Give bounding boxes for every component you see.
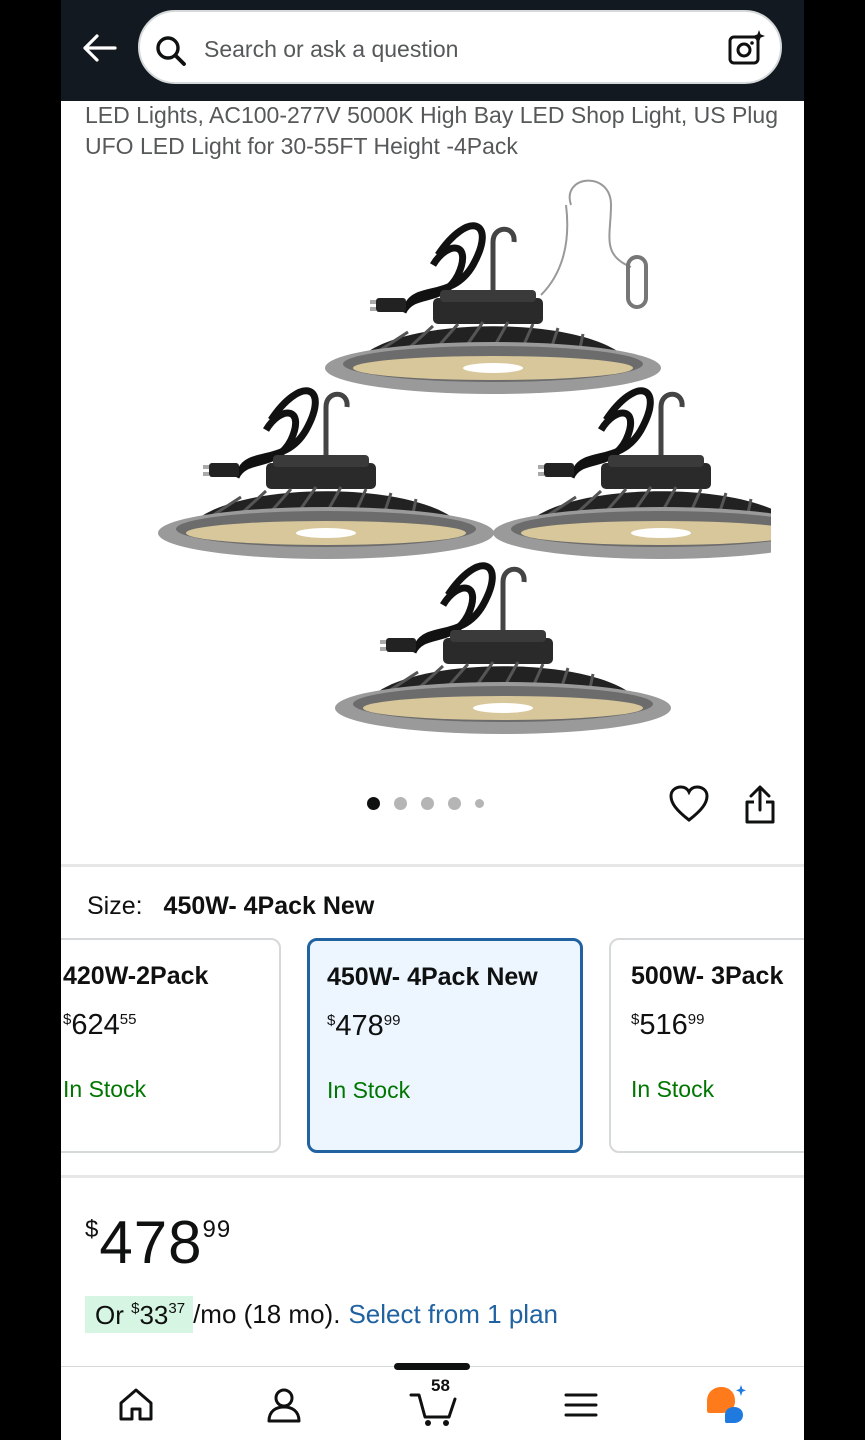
size-option-price: $51699 — [631, 1009, 705, 1041]
home-icon[interactable] — [116, 1385, 156, 1430]
size-option-stock: In Stock — [63, 1076, 147, 1102]
rufus-assistant-icon[interactable] — [703, 1383, 749, 1430]
size-option-450w-4pack-new[interactable]: 450W- 4Pack New $47899 In Stock — [307, 938, 583, 1153]
size-selector-heading: Size: 450W- 4Pack New — [87, 892, 374, 921]
back-arrow-icon[interactable] — [79, 28, 119, 68]
home-indicator — [394, 1363, 470, 1370]
monthly-price-badge: Or $3337 — [85, 1296, 194, 1333]
size-option-420w-2pack[interactable]: 420W-2Pack $62455 In Stock — [61, 938, 281, 1153]
size-option-price: $62455 — [63, 1009, 137, 1041]
image-carousel-dots[interactable] — [367, 797, 484, 810]
size-option-name: 420W-2Pack — [63, 962, 209, 990]
carousel-dot[interactable] — [394, 797, 407, 810]
section-divider — [61, 864, 804, 867]
camera-search-icon[interactable] — [726, 28, 766, 73]
heart-icon[interactable] — [668, 784, 710, 829]
monthly-terms: /mo (18 mo). — [193, 1299, 341, 1329]
product-title[interactable]: LED Lights, AC100-277V 5000K High Bay LE… — [85, 100, 785, 162]
size-option-name: 500W- 3Pack — [631, 962, 784, 990]
menu-icon[interactable] — [563, 1385, 599, 1430]
account-icon[interactable] — [264, 1385, 304, 1430]
top-bar — [61, 0, 804, 101]
app-screen: LED Lights, AC100-277V 5000K High Bay LE… — [61, 0, 804, 1440]
bottom-nav-bar: 58 — [61, 1366, 804, 1440]
product-image[interactable] — [91, 175, 771, 755]
search-input[interactable] — [204, 29, 704, 69]
size-option-stock: In Stock — [631, 1076, 715, 1102]
carousel-dot[interactable] — [421, 797, 434, 810]
section-divider — [61, 1175, 804, 1178]
size-option-stock: In Stock — [327, 1077, 411, 1103]
search-icon — [154, 34, 188, 73]
size-option-name: 450W- 4Pack New — [327, 963, 538, 991]
share-icon[interactable] — [742, 784, 778, 831]
search-bar[interactable] — [138, 10, 782, 84]
product-price: $47899 — [85, 1209, 232, 1276]
carousel-dot[interactable] — [475, 799, 484, 808]
cart-icon[interactable]: 58 — [409, 1376, 459, 1427]
select-plan-link[interactable]: Select from 1 plan — [348, 1299, 558, 1330]
size-option-price: $47899 — [327, 1010, 401, 1042]
selected-size-value: 450W- 4Pack New — [163, 892, 375, 920]
carousel-dot[interactable] — [367, 797, 380, 810]
size-option-500w-3pack[interactable]: 500W- 3Pack $51699 In Stock — [609, 938, 804, 1153]
monthly-payment-row: Or $3337 /mo (18 mo). Select from 1 plan — [85, 1296, 558, 1333]
size-label: Size: — [87, 892, 143, 920]
carousel-dot[interactable] — [448, 797, 461, 810]
